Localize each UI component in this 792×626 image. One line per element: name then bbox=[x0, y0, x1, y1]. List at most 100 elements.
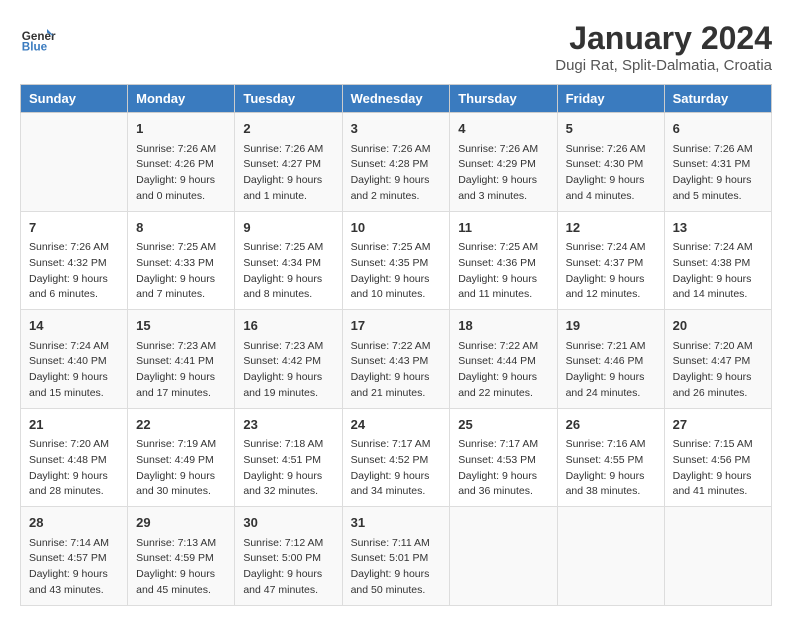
day-cell: 20 Sunrise: 7:20 AMSunset: 4:47 PMDayligh… bbox=[664, 310, 771, 409]
svg-text:Blue: Blue bbox=[22, 41, 48, 54]
day-info: Sunrise: 7:12 AMSunset: 5:00 PMDaylight:… bbox=[243, 536, 333, 599]
header-cell-wednesday: Wednesday bbox=[342, 85, 450, 113]
date-number: 6 bbox=[673, 119, 763, 139]
date-number: 12 bbox=[566, 218, 656, 238]
day-info: Sunrise: 7:13 AMSunset: 4:59 PMDaylight:… bbox=[136, 536, 226, 599]
week-row-2: 7Sunrise: 7:26 AMSunset: 4:32 PMDaylight… bbox=[21, 211, 772, 310]
day-cell: 18 Sunrise: 7:22 AMSunset: 4:44 PMDayligh… bbox=[450, 310, 557, 409]
day-cell: 6 Sunrise: 7:26 AMSunset: 4:31 PMDaylight… bbox=[664, 113, 771, 212]
day-info: Sunrise: 7:25 AMSunset: 4:33 PMDaylight:… bbox=[136, 240, 226, 303]
header-cell-friday: Friday bbox=[557, 85, 664, 113]
day-cell: 27Sunrise: 7:15 AMSunset: 4:56 PMDayligh… bbox=[664, 408, 771, 507]
date-number: 11 bbox=[458, 218, 548, 238]
date-number: 23 bbox=[243, 415, 333, 435]
day-cell: 8Sunrise: 7:25 AMSunset: 4:33 PMDaylight… bbox=[128, 211, 235, 310]
day-cell: 12Sunrise: 7:24 AMSunset: 4:37 PMDayligh… bbox=[557, 211, 664, 310]
header-row: SundayMondayTuesdayWednesdayThursdayFrid… bbox=[21, 85, 772, 113]
day-info: Sunrise: 7:24 AMSunset: 4:38 PMDaylight:… bbox=[673, 240, 763, 303]
day-info: Sunrise: 7:26 AMSunset: 4:27 PMDaylight:… bbox=[243, 142, 333, 205]
header-cell-thursday: Thursday bbox=[450, 85, 557, 113]
day-info: Sunrise: 7:26 AMSunset: 4:29 PMDaylight:… bbox=[458, 142, 548, 205]
day-info: Sunrise: 7:19 AMSunset: 4:49 PMDaylight:… bbox=[136, 437, 226, 500]
day-info: Sunrise: 7:24 AMSunset: 4:40 PMDaylight:… bbox=[29, 339, 119, 402]
day-info: Sunrise: 7:26 AMSunset: 4:32 PMDaylight:… bbox=[29, 240, 119, 303]
header-cell-monday: Monday bbox=[128, 85, 235, 113]
day-info: Sunrise: 7:23 AMSunset: 4:41 PMDaylight:… bbox=[136, 339, 226, 402]
day-cell: 30 Sunrise: 7:12 AMSunset: 5:00 PMDayligh… bbox=[235, 507, 342, 606]
day-cell: 22Sunrise: 7:19 AMSunset: 4:49 PMDayligh… bbox=[128, 408, 235, 507]
date-number: 22 bbox=[136, 415, 226, 435]
date-number: 29 bbox=[136, 513, 226, 533]
day-cell: 7Sunrise: 7:26 AMSunset: 4:32 PMDaylight… bbox=[21, 211, 128, 310]
day-cell: 4 Sunrise: 7:26 AMSunset: 4:29 PMDaylight… bbox=[450, 113, 557, 212]
day-cell: 29 Sunrise: 7:13 AMSunset: 4:59 PMDayligh… bbox=[128, 507, 235, 606]
day-info: Sunrise: 7:11 AMSunset: 5:01 PMDaylight:… bbox=[351, 536, 442, 599]
header-cell-sunday: Sunday bbox=[21, 85, 128, 113]
day-cell: 17 Sunrise: 7:22 AMSunset: 4:43 PMDayligh… bbox=[342, 310, 450, 409]
calendar-table: SundayMondayTuesdayWednesdayThursdayFrid… bbox=[20, 84, 772, 606]
date-number: 13 bbox=[673, 218, 763, 238]
day-cell: 19 Sunrise: 7:21 AMSunset: 4:46 PMDayligh… bbox=[557, 310, 664, 409]
date-number: 14 bbox=[29, 316, 119, 336]
day-info: Sunrise: 7:20 AMSunset: 4:47 PMDaylight:… bbox=[673, 339, 763, 402]
day-cell: 26Sunrise: 7:16 AMSunset: 4:55 PMDayligh… bbox=[557, 408, 664, 507]
day-info: Sunrise: 7:16 AMSunset: 4:55 PMDaylight:… bbox=[566, 437, 656, 500]
date-number: 7 bbox=[29, 218, 119, 238]
day-cell: 31 Sunrise: 7:11 AMSunset: 5:01 PMDayligh… bbox=[342, 507, 450, 606]
day-info: Sunrise: 7:21 AMSunset: 4:46 PMDaylight:… bbox=[566, 339, 656, 402]
day-cell: 23Sunrise: 7:18 AMSunset: 4:51 PMDayligh… bbox=[235, 408, 342, 507]
day-cell: 25Sunrise: 7:17 AMSunset: 4:53 PMDayligh… bbox=[450, 408, 557, 507]
date-number: 24 bbox=[351, 415, 442, 435]
day-cell: 2 Sunrise: 7:26 AMSunset: 4:27 PMDaylight… bbox=[235, 113, 342, 212]
date-number: 15 bbox=[136, 316, 226, 336]
date-number: 18 bbox=[458, 316, 548, 336]
day-info: Sunrise: 7:18 AMSunset: 4:51 PMDaylight:… bbox=[243, 437, 333, 500]
logo: General Blue bbox=[20, 20, 56, 56]
date-number: 25 bbox=[458, 415, 548, 435]
date-number: 31 bbox=[351, 513, 442, 533]
day-cell: 10Sunrise: 7:25 AMSunset: 4:35 PMDayligh… bbox=[342, 211, 450, 310]
day-cell: 9Sunrise: 7:25 AMSunset: 4:34 PMDaylight… bbox=[235, 211, 342, 310]
date-number: 21 bbox=[29, 415, 119, 435]
date-number: 19 bbox=[566, 316, 656, 336]
date-number: 4 bbox=[458, 119, 548, 139]
date-number: 26 bbox=[566, 415, 656, 435]
day-cell: 21Sunrise: 7:20 AMSunset: 4:48 PMDayligh… bbox=[21, 408, 128, 507]
day-cell: 28Sunrise: 7:14 AMSunset: 4:57 PMDayligh… bbox=[21, 507, 128, 606]
day-info: Sunrise: 7:26 AMSunset: 4:30 PMDaylight:… bbox=[566, 142, 656, 205]
date-number: 20 bbox=[673, 316, 763, 336]
day-info: Sunrise: 7:15 AMSunset: 4:56 PMDaylight:… bbox=[673, 437, 763, 500]
day-info: Sunrise: 7:26 AMSunset: 4:31 PMDaylight:… bbox=[673, 142, 763, 205]
day-info: Sunrise: 7:22 AMSunset: 4:43 PMDaylight:… bbox=[351, 339, 442, 402]
day-info: Sunrise: 7:24 AMSunset: 4:37 PMDaylight:… bbox=[566, 240, 656, 303]
date-number: 1 bbox=[136, 119, 226, 139]
date-number: 17 bbox=[351, 316, 442, 336]
day-cell: 5Sunrise: 7:26 AMSunset: 4:30 PMDaylight… bbox=[557, 113, 664, 212]
date-number: 2 bbox=[243, 119, 333, 139]
day-cell: 15 Sunrise: 7:23 AMSunset: 4:41 PMDayligh… bbox=[128, 310, 235, 409]
week-row-1: 1 Sunrise: 7:26 AMSunset: 4:26 PMDaylight… bbox=[21, 113, 772, 212]
day-info: Sunrise: 7:25 AMSunset: 4:34 PMDaylight:… bbox=[243, 240, 333, 303]
day-cell bbox=[557, 507, 664, 606]
date-number: 30 bbox=[243, 513, 333, 533]
title-block: January 2024 Dugi Rat, Split-Dalmatia, C… bbox=[555, 20, 772, 74]
day-info: Sunrise: 7:17 AMSunset: 4:53 PMDaylight:… bbox=[458, 437, 548, 500]
day-info: Sunrise: 7:26 AMSunset: 4:26 PMDaylight:… bbox=[136, 142, 226, 205]
day-info: Sunrise: 7:26 AMSunset: 4:28 PMDaylight:… bbox=[351, 142, 442, 205]
date-number: 9 bbox=[243, 218, 333, 238]
day-info: Sunrise: 7:22 AMSunset: 4:44 PMDaylight:… bbox=[458, 339, 548, 402]
day-cell: 11Sunrise: 7:25 AMSunset: 4:36 PMDayligh… bbox=[450, 211, 557, 310]
day-info: Sunrise: 7:25 AMSunset: 4:35 PMDaylight:… bbox=[351, 240, 442, 303]
date-number: 28 bbox=[29, 513, 119, 533]
date-number: 10 bbox=[351, 218, 442, 238]
page-subtitle: Dugi Rat, Split-Dalmatia, Croatia bbox=[555, 57, 772, 74]
day-info: Sunrise: 7:17 AMSunset: 4:52 PMDaylight:… bbox=[351, 437, 442, 500]
page-title: January 2024 bbox=[555, 20, 772, 57]
day-cell: 1 Sunrise: 7:26 AMSunset: 4:26 PMDaylight… bbox=[128, 113, 235, 212]
day-info: Sunrise: 7:20 AMSunset: 4:48 PMDaylight:… bbox=[29, 437, 119, 500]
day-cell bbox=[450, 507, 557, 606]
week-row-4: 21Sunrise: 7:20 AMSunset: 4:48 PMDayligh… bbox=[21, 408, 772, 507]
date-number: 27 bbox=[673, 415, 763, 435]
logo-icon: General Blue bbox=[20, 20, 56, 56]
week-row-3: 14 Sunrise: 7:24 AMSunset: 4:40 PMDayligh… bbox=[21, 310, 772, 409]
